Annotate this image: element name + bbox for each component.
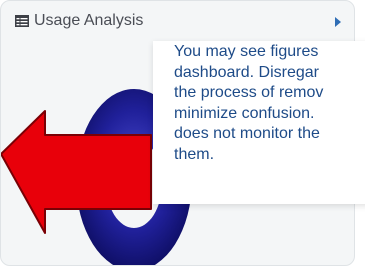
notice-line: does not monitor the: [174, 125, 320, 142]
notice-line: dashboard. Disregar: [174, 63, 319, 81]
notice-line: the process of remov: [174, 84, 324, 101]
notice-popup: You may see figures dashboard. Disregar …: [153, 41, 365, 204]
notice-line: You may see figures: [174, 43, 319, 60]
notice-line: minimize confusion.: [174, 104, 315, 122]
notice-line: them.: [174, 145, 215, 163]
